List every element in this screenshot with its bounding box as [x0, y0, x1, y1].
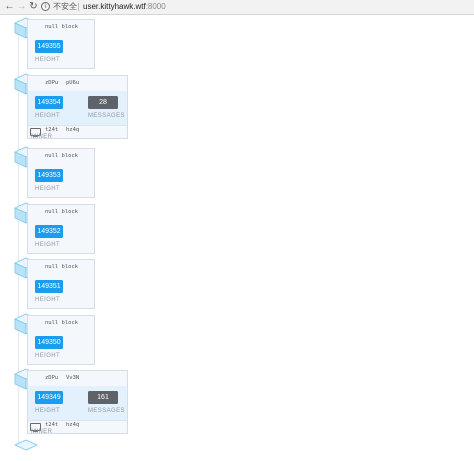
block-card-header: null block — [28, 316, 94, 331]
height-caption: HEIGHT — [35, 186, 61, 192]
block-card[interactable]: null block 149352 HEIGHT — [27, 204, 95, 254]
url-host: user.kittyhawk.wtf — [83, 2, 146, 11]
null-block-label: null block — [45, 209, 79, 215]
block-height-badge[interactable]: 149353 — [35, 169, 63, 182]
browser-toolbar: ← → ↻ i 不安全 user.kittyhawk.wtf:8000 — [0, 0, 474, 15]
null-block-label: null block — [45, 320, 79, 326]
block-cid-suffix[interactable]: pU6u — [66, 79, 79, 87]
block-card[interactable]: null block 149355 HEIGHT — [27, 19, 95, 69]
height-caption: HEIGHT — [35, 242, 61, 248]
block-height-badge[interactable]: 149352 — [35, 225, 63, 238]
null-block-label: null block — [45, 264, 79, 270]
block-cid-prefix[interactable]: zDPu — [45, 374, 58, 382]
miner-caption: MINER — [31, 134, 53, 140]
block-card-header: null block — [28, 260, 94, 275]
block-card-body: 149355 HEIGHT — [28, 35, 94, 69]
height-caption: HEIGHT — [35, 408, 61, 414]
reload-icon[interactable]: ↻ — [28, 1, 39, 12]
miner-address-suffix[interactable]: hz4q — [66, 127, 79, 133]
height-caption: HEIGHT — [35, 353, 61, 359]
block-card-header: null block — [28, 20, 94, 35]
block-card-body: 149352 HEIGHT — [28, 220, 94, 254]
height-caption: HEIGHT — [35, 297, 61, 303]
height-caption: HEIGHT — [35, 57, 61, 63]
message-count-badge[interactable]: 28 — [88, 96, 118, 109]
url-port: :8000 — [145, 2, 166, 11]
block-card[interactable]: null block 149353 HEIGHT — [27, 148, 95, 198]
block-height-badge[interactable]: 149354 — [35, 96, 63, 109]
block-card-body: 149353 HEIGHT — [28, 164, 94, 198]
null-block-label: null block — [45, 153, 79, 159]
block-card[interactable]: zDPu Vv3N 149349 161 HEIGHT MESSAGES t24… — [27, 370, 128, 435]
block-card-header: zDPu pU6u — [28, 76, 127, 91]
block-card[interactable]: zDPu pU6u 149354 28 HEIGHT MESSAGES t24t… — [27, 75, 128, 140]
security-label[interactable]: 不安全 — [53, 1, 77, 12]
miner-row: t24t hz4q MINER — [28, 420, 127, 435]
null-block-label: null block — [45, 24, 79, 30]
address-bar[interactable]: i 不安全 user.kittyhawk.wtf:8000 — [41, 1, 471, 12]
block-card[interactable]: null block 149351 HEIGHT — [27, 259, 95, 309]
block-cube-icon — [14, 439, 38, 451]
block-cid-prefix[interactable]: zDPu — [45, 79, 58, 87]
block-card-body: 149351 HEIGHT — [28, 275, 94, 309]
miner-address-suffix[interactable]: hz4q — [66, 422, 79, 428]
block-cid-suffix[interactable]: Vv3N — [66, 374, 79, 382]
height-caption: HEIGHT — [35, 113, 61, 119]
block-height-badge[interactable]: 149349 — [35, 391, 63, 404]
block-card-body: 149349 161 HEIGHT MESSAGES — [28, 386, 127, 420]
block-height-badge[interactable]: 149350 — [35, 336, 63, 349]
block-height-badge[interactable]: 149351 — [35, 280, 63, 293]
miner-address-prefix[interactable]: t24t — [45, 127, 58, 133]
block-card-header: null block — [28, 149, 94, 164]
miner-address-prefix[interactable]: t24t — [45, 422, 58, 428]
forward-arrow-icon[interactable]: → — [16, 1, 27, 12]
info-icon[interactable]: i — [41, 2, 50, 11]
block-height-badge[interactable]: 149355 — [35, 40, 63, 53]
block-card-header: zDPu Vv3N — [28, 371, 127, 386]
block-card-body: 149354 28 HEIGHT MESSAGES — [28, 91, 127, 125]
message-count-badge[interactable]: 161 — [88, 391, 118, 404]
block-card[interactable]: null block 149350 HEIGHT — [27, 315, 95, 365]
miner-caption: MINER — [31, 429, 53, 435]
back-arrow-icon[interactable]: ← — [4, 1, 15, 12]
address-bar-divider — [78, 3, 79, 11]
block-card-body: 149350 HEIGHT — [28, 331, 94, 365]
miner-row: t24t hz4q MINER — [28, 125, 127, 140]
url-text[interactable]: user.kittyhawk.wtf:8000 — [83, 1, 166, 12]
messages-caption: MESSAGES — [88, 113, 125, 119]
messages-caption: MESSAGES — [88, 408, 125, 414]
block-card-header: null block — [28, 205, 94, 220]
